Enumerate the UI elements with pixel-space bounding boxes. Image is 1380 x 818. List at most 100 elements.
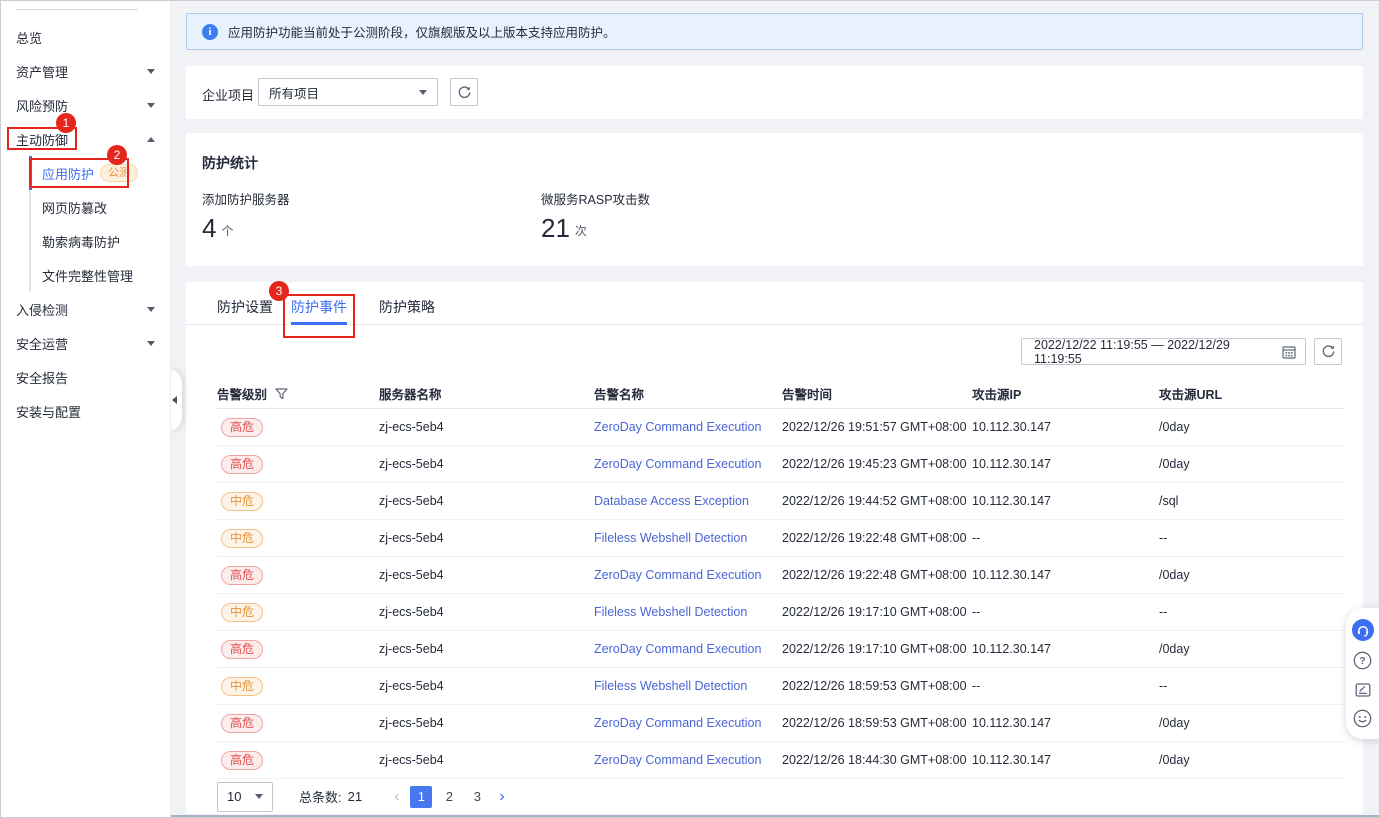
stat-label: 添加防护服务器 [202, 189, 290, 208]
cell-attack-source-ip: -- [972, 679, 1159, 693]
cell-attack-source-url: -- [1159, 605, 1345, 619]
cell-attack-source-url: /0day [1159, 457, 1345, 471]
sidebar-item-label: 网页防篡改 [42, 198, 107, 217]
cell-alarm-name: Fileless Webshell Detection [594, 531, 782, 545]
cell-alarm-time: 2022/12/26 19:17:10 GMT+08:00 [782, 642, 972, 656]
support-headset-icon[interactable] [1352, 619, 1374, 641]
cell-alarm-name: ZeroDay Command Execution [594, 420, 782, 434]
cell-alarm-name: ZeroDay Command Execution [594, 568, 782, 582]
page-3-button[interactable]: 3 [466, 786, 488, 808]
sidebar-nav: 总览资产管理风险预防主动防御应用防护公测网页防篡改勒索病毒防护文件完整性管理入侵… [1, 20, 170, 428]
sidebar-item-label: 安全运营 [16, 334, 68, 353]
sidebar-item-security-operations[interactable]: 安全运营 [1, 326, 170, 360]
total-count-label: 总条数: [299, 787, 342, 806]
cell-alarm-time: 2022/12/26 18:59:53 GMT+08:00 [782, 716, 972, 730]
sidebar-item-label: 应用防护 [42, 164, 94, 183]
project-refresh-button[interactable] [450, 78, 478, 106]
column-header-label: 攻击源URL [1159, 384, 1222, 403]
page-size-select[interactable]: 10 [217, 782, 273, 812]
column-header-label: 服务器名称 [379, 384, 442, 403]
svg-text:?: ? [1359, 656, 1365, 667]
alarm-name-link[interactable]: Fileless Webshell Detection [594, 605, 747, 619]
page-1-button[interactable]: 1 [410, 786, 432, 808]
cell-attack-source-ip: 10.112.30.147 [972, 716, 1159, 730]
cell-alarm-level: 高危 [217, 566, 379, 585]
cell-attack-source-ip: 10.112.30.147 [972, 568, 1159, 582]
alarm-name-link[interactable]: ZeroDay Command Execution [594, 568, 761, 582]
cell-attack-source-url: /sql [1159, 494, 1345, 508]
tab-protection-policies[interactable]: 防护策略 [379, 294, 435, 325]
sidebar-item-installation-configuration[interactable]: 安装与配置 [1, 394, 170, 428]
alarm-name-link[interactable]: ZeroDay Command Execution [594, 642, 761, 656]
sidebar-item-label: 资产管理 [16, 62, 68, 81]
console-page: 总览资产管理风险预防主动防御应用防护公测网页防篡改勒索病毒防护文件完整性管理入侵… [0, 0, 1380, 818]
sidebar-item-web-tamper-protection[interactable]: 网页防篡改 [29, 190, 170, 224]
cell-alarm-time: 2022/12/26 19:22:48 GMT+08:00 [782, 568, 972, 582]
tab-protection-events[interactable]: 防护事件 [291, 294, 347, 325]
sidebar-item-label: 风险预防 [16, 96, 68, 115]
banner-text: 应用防护功能当前处于公测阶段，仅旗舰版及以上版本支持应用防护。 [228, 22, 616, 41]
cell-alarm-time: 2022/12/26 18:59:53 GMT+08:00 [782, 679, 972, 693]
cell-alarm-time: 2022/12/26 19:51:57 GMT+08:00 [782, 420, 972, 434]
cell-server-name: zj-ecs-5eb4 [379, 753, 594, 767]
date-range-picker[interactable]: 2022/12/22 11:19:55 — 2022/12/29 11:19:5… [1021, 338, 1306, 365]
help-icon[interactable]: ? [1353, 651, 1372, 670]
chevron-down-icon [147, 103, 155, 108]
cell-attack-source-ip: -- [972, 531, 1159, 545]
sidebar-divider [16, 9, 138, 10]
severity-badge: 高危 [221, 640, 263, 659]
stat-rasp-attacks: 微服务RASP攻击数 21 次 [541, 189, 650, 242]
sidebar-item-application-protection[interactable]: 应用防护公测 [29, 156, 170, 190]
prev-page-button[interactable]: ‹ [390, 788, 403, 806]
alarm-name-link[interactable]: Database Access Exception [594, 494, 749, 508]
alarm-name-link[interactable]: ZeroDay Command Execution [594, 753, 761, 767]
sidebar-item-intrusion-detection[interactable]: 入侵检测 [1, 292, 170, 326]
chevron-down-icon [147, 307, 155, 312]
table-row: 高危zj-ecs-5eb4ZeroDay Command Execution20… [217, 742, 1345, 779]
cell-attack-source-url: /0day [1159, 642, 1345, 656]
feedback-icon[interactable] [1354, 681, 1372, 699]
cell-server-name: zj-ecs-5eb4 [379, 642, 594, 656]
cell-server-name: zj-ecs-5eb4 [379, 568, 594, 582]
alarm-name-link[interactable]: Fileless Webshell Detection [594, 679, 747, 693]
alarm-name-link[interactable]: Fileless Webshell Detection [594, 531, 747, 545]
stat-protected-servers: 添加防护服务器 4 个 [202, 189, 290, 242]
events-table: 告警级别服务器名称告警名称告警时间攻击源IP攻击源URL 高危zj-ecs-5e… [217, 379, 1345, 779]
sidebar-item-overview[interactable]: 总览 [1, 20, 170, 54]
sidebar-item-label: 总览 [16, 28, 42, 47]
sidebar-item-proactive-defense[interactable]: 主动防御 [1, 122, 170, 156]
refresh-icon [457, 85, 472, 100]
sidebar-item-label: 安全报告 [16, 368, 68, 387]
table-refresh-button[interactable] [1314, 338, 1342, 365]
alarm-name-link[interactable]: ZeroDay Command Execution [594, 457, 761, 471]
sidebar-item-label: 勒索病毒防护 [42, 232, 120, 251]
column-header-2: 服务器名称 [379, 384, 594, 403]
sidebar-item-file-integrity-management[interactable]: 文件完整性管理 [29, 258, 170, 292]
chevron-down-icon [255, 794, 263, 799]
sidebar-item-risk-prevention[interactable]: 风险预防 [1, 88, 170, 122]
cell-alarm-time: 2022/12/26 19:17:10 GMT+08:00 [782, 605, 972, 619]
table-row: 中危zj-ecs-5eb4Fileless Webshell Detection… [217, 594, 1345, 631]
sidebar-item-asset-management[interactable]: 资产管理 [1, 54, 170, 88]
smiley-icon[interactable] [1353, 709, 1372, 728]
project-filter-label: 企业项目 [202, 85, 254, 104]
project-filter-card: 企业项目 所有项目 [186, 66, 1363, 119]
project-select[interactable]: 所有项目 [258, 78, 438, 106]
cell-alarm-level: 高危 [217, 418, 379, 437]
alarm-name-link[interactable]: ZeroDay Command Execution [594, 716, 761, 730]
cell-attack-source-url: /0day [1159, 420, 1345, 434]
cell-alarm-level: 高危 [217, 455, 379, 474]
column-header-label: 告警名称 [594, 384, 644, 403]
sidebar-item-ransomware-prevention[interactable]: 勒索病毒防护 [29, 224, 170, 258]
alarm-name-link[interactable]: ZeroDay Command Execution [594, 420, 761, 434]
next-page-button[interactable]: › [495, 788, 508, 806]
tab-protection-settings[interactable]: 防护设置 [217, 294, 273, 325]
sidebar-item-label: 文件完整性管理 [42, 266, 133, 285]
cell-attack-source-ip: 10.112.30.147 [972, 457, 1159, 471]
sidebar-item-security-report[interactable]: 安全报告 [1, 360, 170, 394]
page-2-button[interactable]: 2 [438, 786, 460, 808]
calendar-icon[interactable] [1281, 344, 1297, 363]
cell-alarm-name: Database Access Exception [594, 494, 782, 508]
cell-server-name: zj-ecs-5eb4 [379, 494, 594, 508]
filter-icon[interactable] [275, 388, 288, 400]
